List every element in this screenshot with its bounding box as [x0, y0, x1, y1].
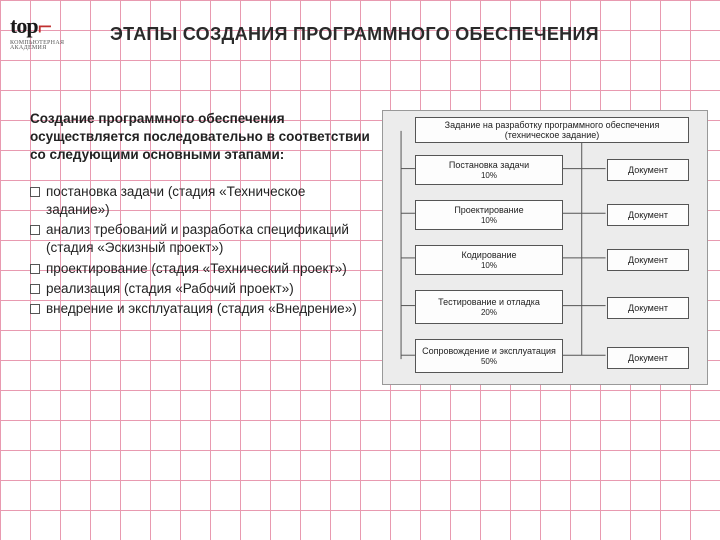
doc-box: Документ [607, 204, 689, 226]
doc-label: Документ [628, 210, 668, 220]
doc-label: Документ [628, 353, 668, 363]
logo: top⌐ КОМПЬЮТЕРНАЯ АКАДЕМИЯ [10, 12, 64, 51]
stage-box: Сопровождение и эксплуатация 50% [415, 339, 563, 373]
list-item: реализация (стадия «Рабочий проект») [30, 280, 370, 298]
logo-text: top [10, 13, 38, 38]
stage-box: Кодирование 10% [415, 245, 563, 275]
doc-label: Документ [628, 165, 668, 175]
stage-box: Проектирование 10% [415, 200, 563, 230]
text-content: Создание программного обеспечения осущес… [30, 110, 370, 320]
doc-label: Документ [628, 255, 668, 265]
spec-label: Задание на разработку программного обесп… [419, 120, 685, 141]
stage-name: Постановка задачи [449, 160, 529, 170]
doc-label: Документ [628, 303, 668, 313]
stage-pct: 50% [481, 357, 497, 366]
logo-bracket-icon: ⌐ [38, 12, 53, 41]
stage-pct: 10% [481, 216, 497, 225]
doc-box: Документ [607, 159, 689, 181]
stage-pct: 20% [481, 308, 497, 317]
list-item: внедрение и эксплуатация (стадия «Внедре… [30, 300, 370, 318]
stage-pct: 10% [481, 261, 497, 270]
intro-paragraph: Создание программного обеспечения осущес… [30, 110, 370, 165]
stage-name: Тестирование и отладка [438, 297, 540, 307]
flow-diagram: Задание на разработку программного обесп… [382, 110, 708, 385]
doc-box: Документ [607, 347, 689, 369]
stage-box: Тестирование и отладка 20% [415, 290, 563, 324]
doc-box: Документ [607, 249, 689, 271]
stage-pct: 10% [481, 171, 497, 180]
list-item: постановка задачи (стадия «Техническое з… [30, 183, 370, 219]
list-item: анализ требований и разработка специфика… [30, 221, 370, 257]
stage-name: Сопровождение и эксплуатация [422, 346, 556, 356]
page-title: ЭТАПЫ СОЗДАНИЯ ПРОГРАММНОГО ОБЕСПЕЧЕНИЯ [110, 24, 599, 45]
spec-box: Задание на разработку программного обесп… [415, 117, 689, 143]
stage-name: Проектирование [454, 205, 523, 215]
stage-box: Постановка задачи 10% [415, 155, 563, 185]
list-item: проектирование (стадия «Технический прое… [30, 260, 370, 278]
stage-name: Кодирование [461, 250, 516, 260]
stage-list: постановка задачи (стадия «Техническое з… [30, 183, 370, 319]
doc-box: Документ [607, 297, 689, 319]
